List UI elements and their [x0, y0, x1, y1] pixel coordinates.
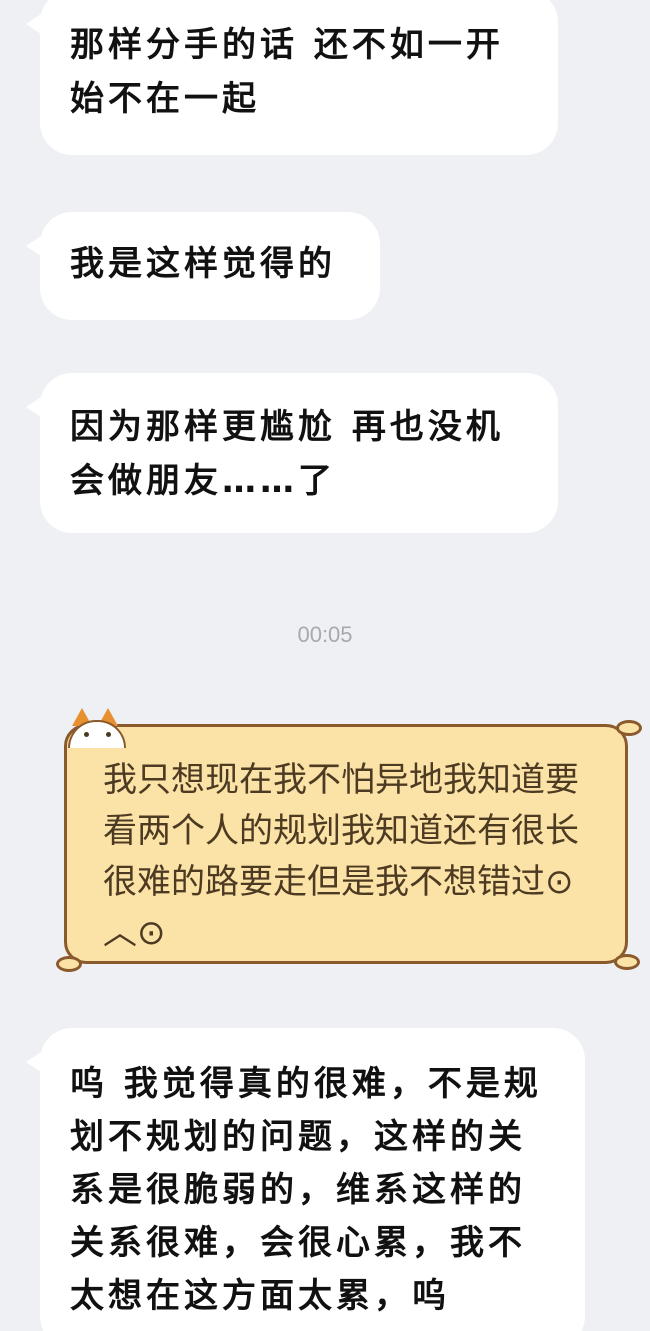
message-text: 呜 我觉得真的很难，不是规划不规划的问题，这样的关系是很脆弱的，维系这样的关系很…	[70, 1064, 542, 1316]
scroll-curl-decoration	[616, 720, 642, 736]
message-text: 因为那样更尴尬 再也没机会做朋友……了	[70, 407, 504, 501]
cat-icon	[62, 708, 132, 748]
bubble-tail	[26, 395, 44, 419]
message-bubble[interactable]: 那样分手的话 还不如一开始不在一起	[26, 0, 558, 155]
message-timestamp: 00:05	[297, 622, 353, 647]
chat-view: 那样分手的话 还不如一开始不在一起 我是这样觉得的 因为那样更尴尬 再也没机会做…	[0, 0, 650, 1331]
message-bubble[interactable]: 因为那样更尴尬 再也没机会做朋友……了	[26, 373, 558, 533]
cat-eye	[84, 732, 89, 737]
scroll-curl-decoration	[614, 954, 640, 970]
message-bubble[interactable]: 我是这样觉得的	[26, 212, 380, 320]
scroll-curl-decoration	[56, 956, 82, 972]
message-bubble[interactable]: 呜 我觉得真的很难，不是规划不规划的问题，这样的关系是很脆弱的，维系这样的关系很…	[26, 1028, 585, 1331]
sticker-message-bubble[interactable]: 我只想现在我不怕异地我知道要看两个人的规划我知道还有很长很难的路要走但是我不想错…	[52, 708, 642, 980]
sticker-note: 我只想现在我不怕异地我知道要看两个人的规划我知道还有很长很难的路要走但是我不想错…	[64, 724, 628, 964]
message-text: 我是这样觉得的	[70, 244, 336, 284]
message-text: 那样分手的话 还不如一开始不在一起	[70, 25, 504, 119]
bubble-tail	[26, 234, 44, 258]
bubble-tail	[26, 12, 44, 36]
cat-eye	[106, 732, 111, 737]
message-text: 我只想现在我不怕异地我知道要看两个人的规划我知道还有很长很难的路要走但是我不想错…	[103, 760, 579, 953]
bubble-tail	[26, 1050, 44, 1074]
